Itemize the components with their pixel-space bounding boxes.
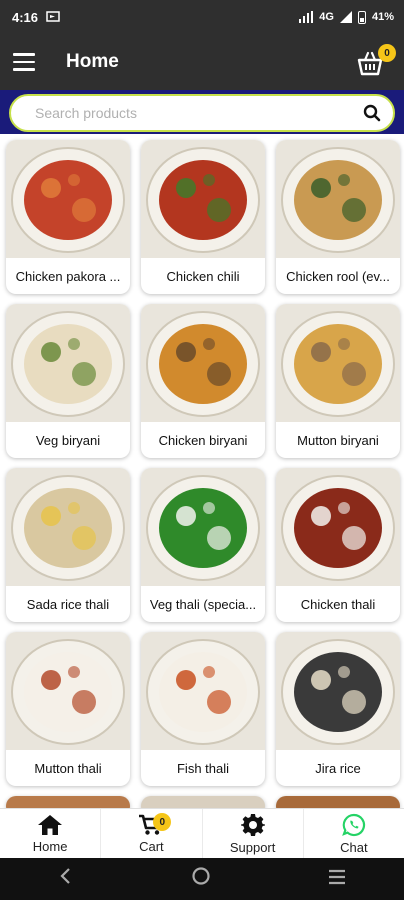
back-icon[interactable] (58, 867, 74, 891)
product-name: Chicken biryani (141, 422, 265, 458)
product-name-text: Mutton thali (34, 760, 102, 776)
nav-support-label: Support (229, 839, 276, 855)
status-time: 4:16 (12, 9, 39, 25)
product-name: Veg biryani (6, 422, 130, 458)
home-icon (38, 814, 63, 835)
home-circle-icon[interactable] (191, 866, 211, 892)
product-grid: Chicken pakora ... Chicken chili Chicken r… (0, 134, 404, 808)
product-image[interactable] (141, 140, 265, 258)
product-name: Chicken rool (ev... (276, 258, 400, 294)
signal-icon (299, 11, 314, 23)
product-card[interactable]: Jira rice (276, 632, 400, 786)
product-card[interactable]: Chicken biryani (141, 304, 265, 458)
product-name-text: Chicken biryani (158, 432, 248, 448)
product-name: Veg thali (specia... (141, 586, 265, 622)
search-box (9, 94, 395, 132)
product-card[interactable]: Veg thali (specia... (141, 468, 265, 622)
product-image[interactable] (141, 304, 265, 422)
product-card[interactable] (141, 796, 265, 808)
product-image[interactable] (276, 140, 400, 258)
product-card[interactable]: Veg biryani (6, 304, 130, 458)
product-card[interactable]: Chicken rool (ev... (276, 140, 400, 294)
whatsapp-icon (342, 813, 365, 836)
bottom-navigation: Home 0 Cart Support Chat (0, 808, 404, 858)
signal-bars-icon (339, 11, 352, 23)
product-name: Chicken chili (141, 258, 265, 294)
nav-chat-label: Chat (340, 839, 368, 855)
product-image[interactable] (6, 632, 130, 750)
product-card[interactable] (6, 796, 130, 808)
menu-icon[interactable] (0, 34, 46, 90)
nav-support[interactable]: Support (203, 809, 304, 858)
battery-icon (357, 10, 366, 24)
system-navigation-bar (0, 858, 404, 900)
gear-icon (240, 813, 265, 836)
product-name-text: Fish thali (176, 760, 230, 776)
product-image[interactable] (276, 468, 400, 586)
nav-cart[interactable]: 0 Cart (101, 809, 203, 858)
nav-home[interactable]: Home (0, 809, 102, 858)
network-type: 4G (319, 11, 334, 23)
product-image[interactable] (6, 468, 130, 586)
product-image[interactable] (141, 468, 265, 586)
product-image[interactable] (276, 632, 400, 750)
battery-level: 41% (371, 11, 394, 23)
product-name-text: Chicken pakora ... (15, 268, 121, 284)
product-name: Sada rice thali (6, 586, 130, 622)
nav-cart-badge: 0 (153, 813, 172, 831)
product-card[interactable]: Mutton thali (6, 632, 130, 786)
cart-button[interactable]: 0 (354, 44, 396, 80)
recents-icon[interactable] (328, 868, 346, 891)
product-name-text: Chicken rool (ev... (286, 268, 390, 284)
search-bar (0, 90, 404, 134)
app-bar: Home 0 (0, 34, 404, 90)
product-card[interactable]: Fish thali (141, 632, 265, 786)
product-card[interactable] (276, 796, 400, 808)
product-card[interactable]: Chicken thali (276, 468, 400, 622)
cart-count-badge: 0 (378, 44, 396, 62)
search-icon[interactable] (363, 104, 381, 122)
product-name: Chicken pakora ... (6, 258, 130, 294)
product-image[interactable] (6, 140, 130, 258)
product-name-text: Jira rice (315, 760, 361, 776)
product-name-text: Veg thali (specia... (149, 596, 257, 612)
product-card[interactable]: Chicken chili (141, 140, 265, 294)
product-name: Fish thali (141, 750, 265, 786)
product-name-text: Chicken thali (300, 596, 376, 612)
search-input[interactable] (35, 105, 363, 121)
status-bar: 4:16 4G 41% (0, 0, 404, 34)
product-card[interactable]: Mutton biryani (276, 304, 400, 458)
page-title: Home (66, 51, 119, 72)
nav-home-label: Home (32, 838, 68, 854)
product-name: Mutton biryani (276, 422, 400, 458)
product-image[interactable] (141, 632, 265, 750)
nav-chat[interactable]: Chat (304, 809, 404, 858)
product-name-text: Chicken chili (166, 268, 240, 284)
product-name: Chicken thali (276, 586, 400, 622)
product-name: Mutton thali (6, 750, 130, 786)
nav-cart-label: Cart (139, 838, 164, 854)
cast-icon (46, 11, 60, 22)
product-name-text: Sada rice thali (26, 596, 110, 612)
product-card[interactable]: Sada rice thali (6, 468, 130, 622)
product-name: Jira rice (276, 750, 400, 786)
product-image[interactable] (6, 304, 130, 422)
product-image[interactable] (276, 304, 400, 422)
product-card[interactable]: Chicken pakora ... (6, 140, 130, 294)
product-name-text: Mutton biryani (297, 432, 379, 448)
product-name-text: Veg biryani (35, 432, 101, 448)
